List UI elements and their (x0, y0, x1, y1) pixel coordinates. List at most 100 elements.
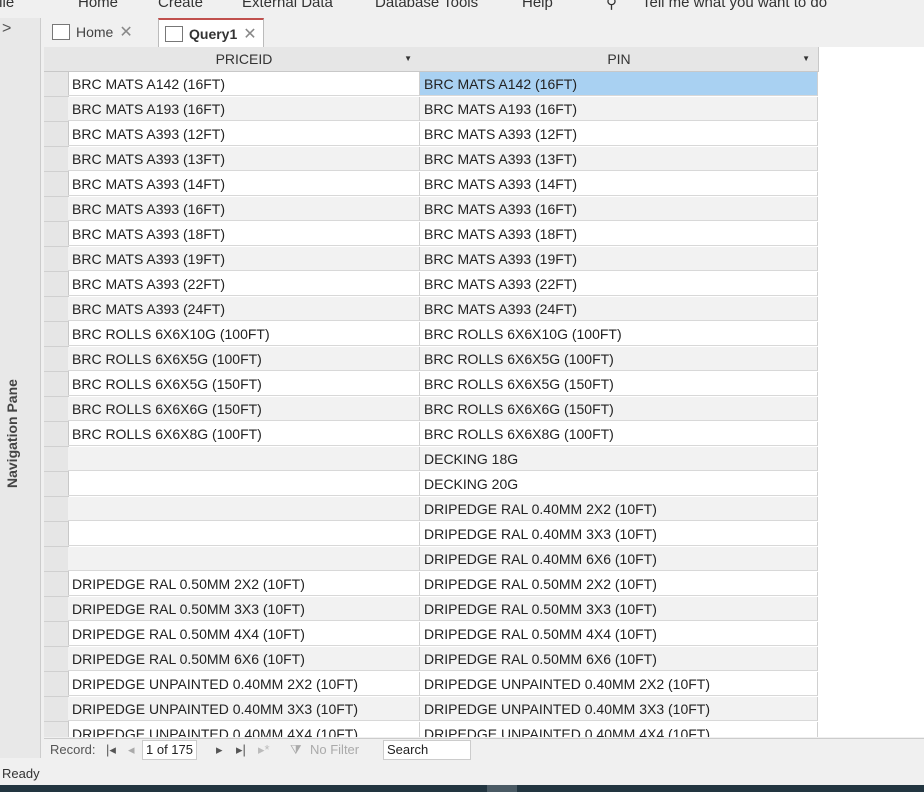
cell-pin[interactable]: DECKING 18G (420, 447, 818, 471)
table-row[interactable]: BRC MATS A393 (16FT) BRC MATS A393 (16FT… (44, 197, 924, 222)
table-row[interactable]: BRC ROLLS 6X6X6G (150FT) BRC ROLLS 6X6X6… (44, 397, 924, 422)
cell-pin[interactable]: BRC ROLLS 6X6X10G (100FT) (420, 322, 818, 346)
cell-priceid[interactable] (68, 522, 420, 546)
close-icon[interactable]: ✕ (243, 24, 256, 44)
cell-priceid[interactable] (68, 497, 420, 521)
row-selector[interactable] (44, 247, 69, 272)
row-selector[interactable] (44, 622, 69, 647)
cell-priceid[interactable]: BRC MATS A393 (19FT) (68, 247, 420, 271)
navigation-pane[interactable]: > Navigation Pane (0, 18, 41, 758)
row-selector[interactable] (44, 372, 69, 397)
cell-priceid[interactable]: DRIPEDGE RAL 0.50MM 2X2 (10FT) (68, 572, 420, 596)
row-selector[interactable] (44, 322, 69, 347)
table-row[interactable]: DECKING 20G (44, 472, 924, 497)
cell-priceid[interactable]: BRC ROLLS 6X6X5G (150FT) (68, 372, 420, 396)
cell-priceid[interactable]: BRC MATS A393 (22FT) (68, 272, 420, 296)
row-selector[interactable] (44, 697, 69, 722)
table-row[interactable]: BRC ROLLS 6X6X10G (100FT) BRC ROLLS 6X6X… (44, 322, 924, 347)
cell-priceid[interactable] (68, 472, 420, 496)
table-row[interactable]: BRC MATS A193 (16FT) BRC MATS A193 (16FT… (44, 97, 924, 122)
table-row[interactable]: BRC MATS A393 (18FT) BRC MATS A393 (18FT… (44, 222, 924, 247)
row-selector[interactable] (44, 672, 69, 697)
cell-priceid[interactable]: DRIPEDGE UNPAINTED 0.40MM 4X4 (10FT) (68, 722, 420, 737)
row-selector[interactable] (44, 272, 69, 297)
first-record-button[interactable]: |◂ (106, 742, 116, 758)
cell-priceid[interactable]: DRIPEDGE RAL 0.50MM 4X4 (10FT) (68, 622, 420, 646)
cell-pin[interactable]: BRC ROLLS 6X6X8G (100FT) (420, 422, 818, 446)
table-row[interactable]: BRC ROLLS 6X6X5G (150FT) BRC ROLLS 6X6X5… (44, 372, 924, 397)
row-selector[interactable] (44, 572, 69, 597)
cell-pin[interactable]: DRIPEDGE UNPAINTED 0.40MM 4X4 (10FT) (420, 722, 818, 737)
cell-pin[interactable]: BRC ROLLS 6X6X6G (150FT) (420, 397, 818, 421)
cell-priceid[interactable]: BRC ROLLS 6X6X5G (100FT) (68, 347, 420, 371)
cell-priceid[interactable]: DRIPEDGE UNPAINTED 0.40MM 2X2 (10FT) (68, 672, 420, 696)
row-selector[interactable] (44, 522, 69, 547)
tab-home[interactable]: Home ✕ (46, 18, 139, 45)
current-record-input[interactable]: 1 of 175 (142, 740, 197, 760)
cell-pin[interactable]: DRIPEDGE RAL 0.50MM 3X3 (10FT) (420, 597, 818, 621)
menu-external-data[interactable]: External Data (242, 0, 333, 11)
table-row[interactable]: BRC MATS A393 (19FT) BRC MATS A393 (19FT… (44, 247, 924, 272)
row-selector[interactable] (44, 197, 69, 222)
table-row[interactable]: DECKING 18G (44, 447, 924, 472)
table-row[interactable]: DRIPEDGE RAL 0.40MM 3X3 (10FT) (44, 522, 924, 547)
cell-pin[interactable]: BRC MATS A142 (16FT) (420, 72, 818, 96)
cell-pin[interactable]: BRC MATS A193 (16FT) (420, 97, 818, 121)
tell-me-input[interactable]: Tell me what you want to do (642, 0, 827, 11)
row-selector[interactable] (44, 597, 69, 622)
cell-pin[interactable]: DRIPEDGE RAL 0.50MM 6X6 (10FT) (420, 647, 818, 671)
filter-toggle[interactable]: No Filter (310, 742, 359, 757)
table-row[interactable]: BRC ROLLS 6X6X5G (100FT) BRC ROLLS 6X6X5… (44, 347, 924, 372)
menu-home[interactable]: Home (78, 0, 118, 11)
table-row[interactable]: DRIPEDGE RAL 0.40MM 2X2 (10FT) (44, 497, 924, 522)
column-header-priceid[interactable]: PRICEID ▼ (68, 47, 421, 72)
cell-priceid[interactable]: BRC MATS A142 (16FT) (68, 72, 420, 96)
cell-priceid[interactable]: BRC MATS A393 (16FT) (68, 197, 420, 221)
table-row[interactable]: DRIPEDGE UNPAINTED 0.40MM 3X3 (10FT) DRI… (44, 697, 924, 722)
prev-record-button[interactable]: ◂ (128, 742, 135, 758)
cell-priceid[interactable]: BRC MATS A393 (14FT) (68, 172, 420, 196)
cell-pin[interactable]: DRIPEDGE UNPAINTED 0.40MM 2X2 (10FT) (420, 672, 818, 696)
table-row[interactable]: DRIPEDGE UNPAINTED 0.40MM 4X4 (10FT) DRI… (44, 722, 924, 737)
row-selector[interactable] (44, 297, 69, 322)
table-row[interactable]: BRC MATS A393 (13FT) BRC MATS A393 (13FT… (44, 147, 924, 172)
row-selector[interactable] (44, 347, 69, 372)
cell-pin[interactable]: BRC MATS A393 (22FT) (420, 272, 818, 296)
cell-pin[interactable]: BRC ROLLS 6X6X5G (100FT) (420, 347, 818, 371)
cell-priceid[interactable] (68, 547, 420, 571)
new-record-button[interactable]: ▸* (258, 742, 270, 758)
last-record-button[interactable]: ▸| (236, 742, 246, 758)
row-selector[interactable] (44, 647, 69, 672)
menu-help[interactable]: Help (522, 0, 553, 11)
tab-query1[interactable]: Query1 ✕ (158, 18, 264, 47)
table-row[interactable]: DRIPEDGE UNPAINTED 0.40MM 2X2 (10FT) DRI… (44, 672, 924, 697)
row-selector[interactable] (44, 547, 69, 572)
row-selector[interactable] (44, 397, 69, 422)
row-selector[interactable] (44, 472, 69, 497)
cell-pin[interactable]: DRIPEDGE RAL 0.50MM 4X4 (10FT) (420, 622, 818, 646)
table-row[interactable]: DRIPEDGE RAL 0.40MM 6X6 (10FT) (44, 547, 924, 572)
cell-priceid[interactable]: BRC MATS A193 (16FT) (68, 97, 420, 121)
row-selector[interactable] (44, 447, 69, 472)
row-selector[interactable] (44, 147, 69, 172)
row-selector[interactable] (44, 222, 69, 247)
cell-pin[interactable]: DRIPEDGE RAL 0.50MM 2X2 (10FT) (420, 572, 818, 596)
cell-pin[interactable]: BRC MATS A393 (16FT) (420, 197, 818, 221)
cell-priceid[interactable]: BRC ROLLS 6X6X8G (100FT) (68, 422, 420, 446)
cell-pin[interactable]: BRC MATS A393 (12FT) (420, 122, 818, 146)
dropdown-icon[interactable]: ▼ (404, 47, 412, 71)
cell-priceid[interactable] (68, 447, 420, 471)
row-selector[interactable] (44, 422, 69, 447)
taskbar-item[interactable] (487, 785, 517, 792)
table-row[interactable]: DRIPEDGE RAL 0.50MM 6X6 (10FT) DRIPEDGE … (44, 647, 924, 672)
row-selector[interactable] (44, 722, 69, 737)
table-row[interactable]: BRC MATS A142 (16FT) BRC MATS A142 (16FT… (44, 72, 924, 97)
close-icon[interactable]: ✕ (119, 22, 132, 42)
chevron-right-icon[interactable]: > (2, 20, 11, 38)
next-record-button[interactable]: ▸ (216, 742, 223, 758)
select-all[interactable] (44, 47, 69, 72)
search-input[interactable]: Search (383, 740, 471, 760)
table-row[interactable]: DRIPEDGE RAL 0.50MM 3X3 (10FT) DRIPEDGE … (44, 597, 924, 622)
cell-priceid[interactable]: DRIPEDGE RAL 0.50MM 3X3 (10FT) (68, 597, 420, 621)
row-selector[interactable] (44, 97, 69, 122)
